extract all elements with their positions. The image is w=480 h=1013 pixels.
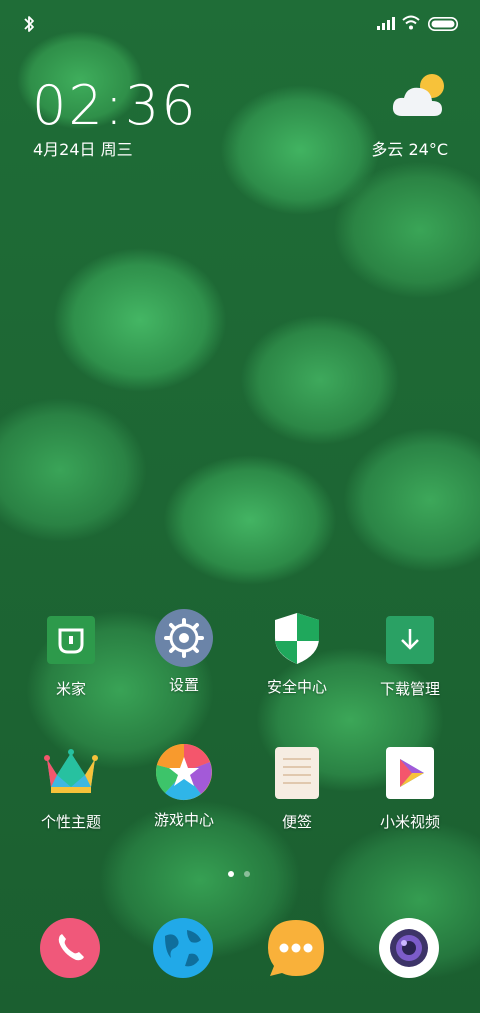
app-mi-video[interactable]: 小米视频	[360, 745, 460, 832]
partly-cloudy-icon[interactable]	[390, 70, 450, 122]
phone-icon	[40, 918, 100, 978]
app-label: 下载管理	[379, 680, 440, 698]
app-settings[interactable]: 设置	[134, 608, 234, 695]
app-label: 小米视频	[379, 813, 440, 831]
game-star-icon	[155, 743, 213, 801]
camera-icon	[379, 918, 439, 978]
weather-text[interactable]: 多云 24°C	[371, 136, 448, 160]
app-label: 游戏中心	[153, 811, 214, 829]
app-download-manager[interactable]: 下载管理	[360, 612, 460, 699]
battery-icon	[428, 17, 458, 31]
app-label: 米家	[55, 680, 86, 698]
mijia-icon	[43, 612, 99, 668]
app-label: 设置	[168, 676, 199, 694]
bluetooth-icon	[24, 16, 34, 32]
dock-camera[interactable]	[379, 918, 439, 978]
wifi-icon	[402, 15, 420, 30]
themes-crown-icon	[43, 745, 99, 801]
app-label: 便签	[281, 813, 312, 831]
app-themes[interactable]: 个性主题	[21, 745, 121, 832]
signal-icon	[377, 17, 395, 30]
security-shield-icon	[269, 610, 325, 666]
app-mijia[interactable]: 米家	[21, 612, 121, 699]
app-game-center[interactable]: 游戏中心	[134, 743, 234, 830]
page-dot[interactable]	[244, 871, 250, 877]
browser-globe-icon	[153, 918, 213, 978]
dock-phone[interactable]	[40, 918, 100, 978]
clock-date: 4月24日 周三	[33, 140, 133, 159]
dock-messages[interactable]	[266, 918, 326, 978]
app-security-center[interactable]: 安全中心	[247, 610, 347, 697]
app-label: 安全中心	[266, 678, 327, 696]
app-label: 个性主题	[40, 813, 101, 831]
settings-gear-icon	[154, 608, 214, 668]
messages-icon	[268, 920, 324, 976]
notes-icon	[269, 745, 325, 801]
status-bar	[0, 0, 480, 48]
page-indicator[interactable]	[228, 871, 254, 879]
dock-browser[interactable]	[153, 918, 213, 978]
video-play-icon	[382, 745, 438, 801]
clock-time[interactable]: 02:36	[32, 76, 198, 136]
download-icon	[382, 612, 438, 668]
page-dot-active[interactable]	[228, 871, 234, 877]
app-notes[interactable]: 便签	[247, 745, 347, 832]
